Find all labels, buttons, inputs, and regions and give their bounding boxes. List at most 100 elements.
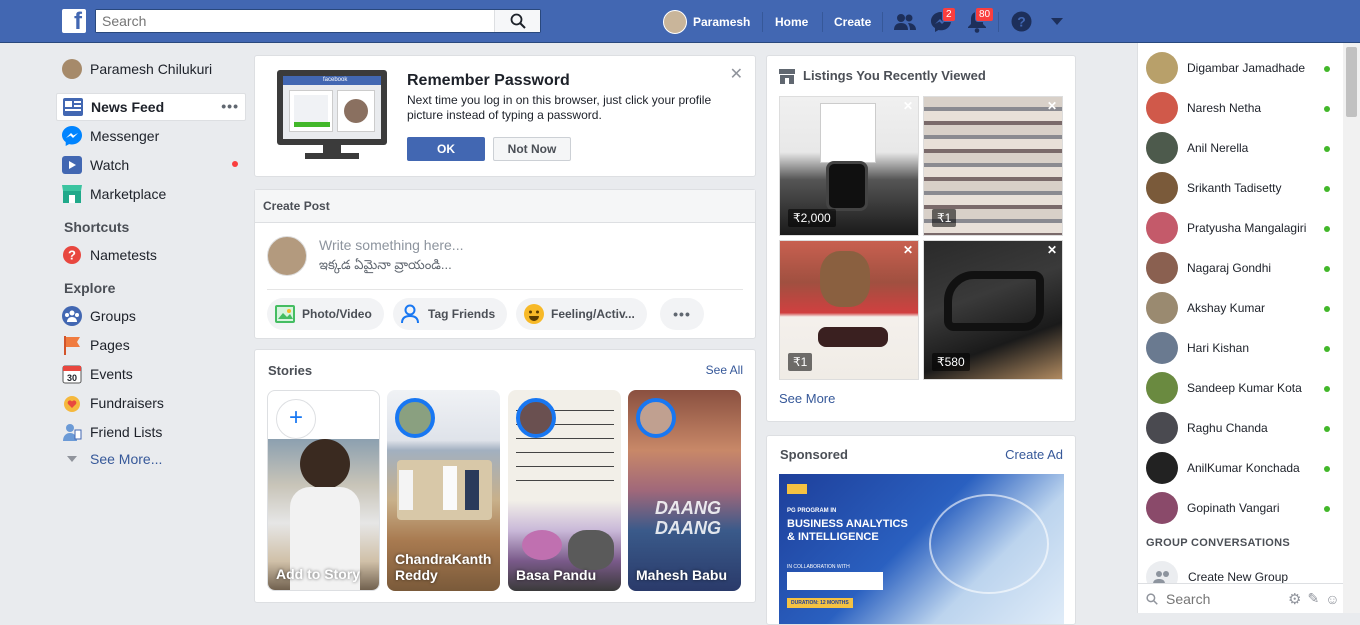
sidebar-item-news-feed[interactable]: News Feed ••• xyxy=(56,93,246,121)
feeling-activity-button[interactable]: Feeling/Activ... xyxy=(516,298,647,330)
sidebar-item-label: Friend Lists xyxy=(90,423,163,440)
sidebar-item-groups[interactable]: Groups xyxy=(56,301,246,330)
post-input[interactable]: Write something here... ఇక్కడ ఏమైనా వ్రా… xyxy=(319,235,739,279)
add-to-story-card[interactable]: + Add to Story xyxy=(267,390,380,591)
calendar-icon: 30 xyxy=(62,364,82,384)
contact-item[interactable]: Pratyusha Mangalagiri xyxy=(1138,208,1343,248)
story-card[interactable]: Basa Pandu xyxy=(508,390,621,591)
listing-item[interactable]: ✕ ₹580 xyxy=(923,240,1063,380)
sidebar-item-messenger[interactable]: Messenger xyxy=(56,121,246,150)
ok-button[interactable]: OK xyxy=(407,137,485,161)
smiley-icon xyxy=(524,304,544,324)
avatar xyxy=(1146,292,1178,324)
close-icon[interactable]: ✕ xyxy=(730,64,743,84)
search-button[interactable] xyxy=(494,10,540,32)
not-now-button[interactable]: Not Now xyxy=(493,137,571,161)
contact-item[interactable]: Srikanth Tadisetty xyxy=(1138,168,1343,208)
more-options-button[interactable]: ••• xyxy=(660,298,704,330)
close-icon[interactable]: ✕ xyxy=(903,243,913,257)
divider xyxy=(267,289,743,290)
new-group-icon[interactable]: ☺ xyxy=(1325,591,1339,607)
pill-label: Photo/Video xyxy=(302,307,372,321)
contact-name: Gopinath Vangari xyxy=(1187,501,1280,515)
see-more-link[interactable]: See More xyxy=(779,391,835,406)
contact-item[interactable]: Hari Kishan xyxy=(1138,328,1343,368)
more-options-icon[interactable]: ••• xyxy=(221,98,239,114)
listing-item[interactable]: ✕ ₹1 xyxy=(923,96,1063,236)
contact-item[interactable]: AnilKumar Konchada xyxy=(1138,448,1343,488)
close-icon[interactable]: ✕ xyxy=(1047,99,1057,113)
settings-gear-icon[interactable]: ⚙ xyxy=(1288,590,1301,608)
sidebar-item-pages[interactable]: Pages xyxy=(56,330,246,359)
sidebar-item-nametests[interactable]: ? Nametests xyxy=(56,240,246,269)
contact-item[interactable]: Nagaraj Gondhi xyxy=(1138,248,1343,288)
see-more-link[interactable]: See More... xyxy=(56,446,246,471)
contacts-sidebar: Digambar Jamadhade Naresh Netha Anil Nerel… xyxy=(1137,43,1344,613)
create-ad-link[interactable]: Create Ad xyxy=(1005,447,1063,462)
ad-partner-logos xyxy=(787,572,883,590)
contact-name: Hari Kishan xyxy=(1187,341,1250,355)
close-icon[interactable]: ✕ xyxy=(1047,243,1057,257)
watch-face xyxy=(826,161,868,211)
friend-requests-button[interactable] xyxy=(894,0,916,43)
photo-video-button[interactable]: Photo/Video xyxy=(267,298,384,330)
sidebar-item-fundraisers[interactable]: Fundraisers xyxy=(56,388,246,417)
marketplace-icon xyxy=(62,184,82,204)
sidebar-item-friend-lists[interactable]: Friend Lists xyxy=(56,417,246,446)
online-status-dot xyxy=(1324,506,1330,512)
contact-item[interactable]: Naresh Netha xyxy=(1138,88,1343,128)
sidebar-item-marketplace[interactable]: Marketplace xyxy=(56,179,246,208)
top-bar: f Paramesh Home Create 2 80 ? xyxy=(0,0,1360,43)
sidebar-item-label: Pages xyxy=(90,336,130,353)
shortcuts-heading: Shortcuts xyxy=(64,219,130,235)
avatar xyxy=(1146,52,1178,84)
listing-item[interactable]: ✕ ₹1 xyxy=(779,240,919,380)
contact-name: Nagaraj Gondhi xyxy=(1187,261,1272,275)
contact-item[interactable]: Akshay Kumar xyxy=(1138,288,1343,328)
story-person xyxy=(399,470,413,510)
search-box xyxy=(95,9,541,33)
profile-link[interactable]: Paramesh xyxy=(663,0,750,43)
plus-button[interactable]: + xyxy=(276,399,316,439)
facebook-logo-icon[interactable]: f xyxy=(62,9,86,33)
contact-list: Digambar Jamadhade Naresh Netha Anil Nerel… xyxy=(1138,43,1343,528)
avatar xyxy=(1146,172,1178,204)
online-status-dot xyxy=(1324,386,1330,392)
close-icon[interactable]: ✕ xyxy=(903,99,913,113)
listing-item[interactable]: ✕ ₹2,000 xyxy=(779,96,919,236)
post-placeholder-te: ఇక్కడ ఏమైనా వ్రాయండి... xyxy=(319,257,452,272)
messenger-icon xyxy=(62,125,82,146)
contact-item[interactable]: Sandeep Kumar Kota xyxy=(1138,368,1343,408)
contact-item[interactable]: Gopinath Vangari xyxy=(1138,488,1343,528)
avatar xyxy=(1146,492,1178,524)
see-all-link[interactable]: See All xyxy=(706,363,743,377)
story-card[interactable]: ChandraKanth Reddy xyxy=(387,390,500,591)
story-card[interactable]: DAANG DAANG Mahesh Babu xyxy=(628,390,741,591)
pill-label: Feeling/Activ... xyxy=(551,307,635,321)
compose-icon[interactable]: ✎ xyxy=(1307,590,1319,607)
tag-friends-button[interactable]: Tag Friends xyxy=(393,298,508,330)
create-link[interactable]: Create xyxy=(834,15,871,29)
account-menu-button[interactable] xyxy=(1051,0,1063,43)
scrollbar-thumb[interactable] xyxy=(1346,47,1357,117)
stories-title: Stories xyxy=(268,363,313,378)
sidebar-item-events[interactable]: 30 Events xyxy=(56,359,246,388)
contact-item[interactable]: Digambar Jamadhade xyxy=(1138,48,1343,88)
chat-search-input[interactable] xyxy=(1166,590,1266,607)
remember-body: Next time you log in on this browser, ju… xyxy=(407,93,712,122)
ad-image[interactable]: PG PROGRAM IN BUSINESS ANALYTICS & INTEL… xyxy=(779,474,1064,624)
divider xyxy=(998,11,999,32)
contact-name: Srikanth Tadisetty xyxy=(1187,181,1282,195)
scrollbar[interactable] xyxy=(1343,43,1360,613)
sandal xyxy=(944,271,1044,331)
contact-item[interactable]: Raghu Chanda xyxy=(1138,408,1343,448)
chat-search-bar: ⚙ ✎ ☺ xyxy=(1138,583,1344,613)
create-post-title: Create Post xyxy=(263,199,330,213)
ad-laptop xyxy=(929,494,1049,594)
help-button[interactable]: ? xyxy=(1011,0,1032,43)
contact-item[interactable]: Anil Nerella xyxy=(1138,128,1343,168)
sidebar-item-watch[interactable]: Watch xyxy=(56,150,246,179)
search-input[interactable] xyxy=(96,10,486,32)
profile-link[interactable]: Paramesh Chilukuri xyxy=(56,55,246,83)
home-link[interactable]: Home xyxy=(775,15,808,29)
